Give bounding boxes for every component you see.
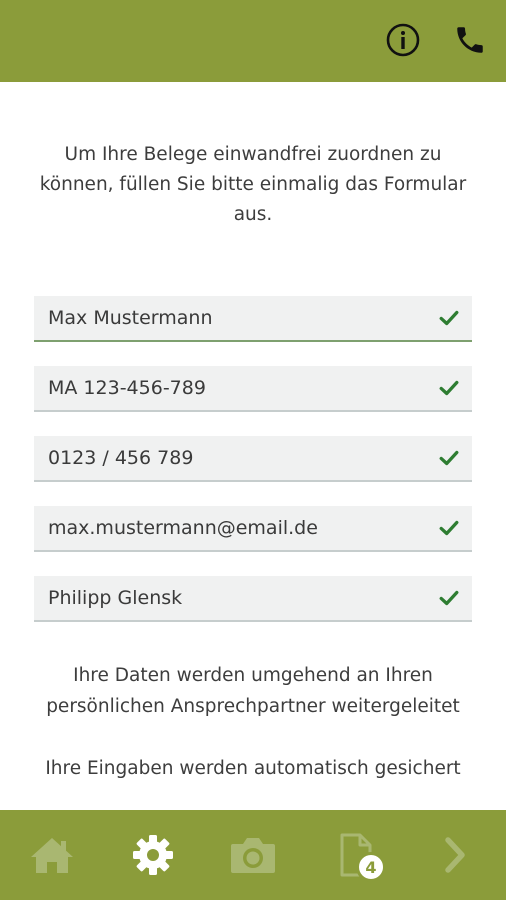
- phone-icon: [457, 27, 483, 53]
- nav-documents[interactable]: 4: [330, 832, 386, 882]
- camera-icon: [231, 838, 275, 873]
- check-icon: [439, 590, 459, 606]
- name-field[interactable]: Max Mustermann: [34, 296, 472, 342]
- autosave-note: Ihre Eingaben werden automatisch gesiche…: [45, 758, 461, 779]
- intro-text: Um Ihre Belege einwandfrei zuordnen zu k…: [39, 144, 467, 225]
- bottom-nav: 4: [0, 810, 506, 900]
- email-field-value: max.mustermann@email.de: [48, 517, 318, 539]
- check-icon: [439, 520, 459, 536]
- check-icon: [439, 450, 459, 466]
- info-button[interactable]: [385, 22, 421, 58]
- name-field-value: Max Mustermann: [48, 307, 213, 329]
- home-icon: [31, 838, 73, 873]
- info-icon: [386, 23, 420, 57]
- gear-icon: [133, 835, 173, 875]
- phone-button[interactable]: [452, 22, 488, 58]
- top-bar: [0, 0, 506, 82]
- email-field[interactable]: max.mustermann@email.de: [34, 506, 472, 552]
- nav-camera[interactable]: [228, 832, 278, 878]
- nav-settings[interactable]: [128, 832, 178, 878]
- phone-field-value: 0123 / 456 789: [48, 447, 194, 469]
- document-count-badge: 4: [356, 852, 386, 882]
- check-icon: [439, 380, 459, 396]
- contact-person-field[interactable]: Philipp Glensk: [34, 576, 472, 622]
- customer-number-field[interactable]: MA 123-456-789: [34, 366, 472, 412]
- forwarding-note: Ihre Daten werden umgehend an Ihren pers…: [46, 665, 460, 717]
- nav-home[interactable]: [27, 832, 77, 878]
- phone-field[interactable]: 0123 / 456 789: [34, 436, 472, 482]
- contact-person-value: Philipp Glensk: [48, 587, 183, 609]
- nav-next[interactable]: [430, 832, 480, 878]
- customer-number-value: MA 123-456-789: [48, 377, 206, 399]
- check-icon: [439, 310, 459, 326]
- chevron-right-icon: [445, 837, 465, 873]
